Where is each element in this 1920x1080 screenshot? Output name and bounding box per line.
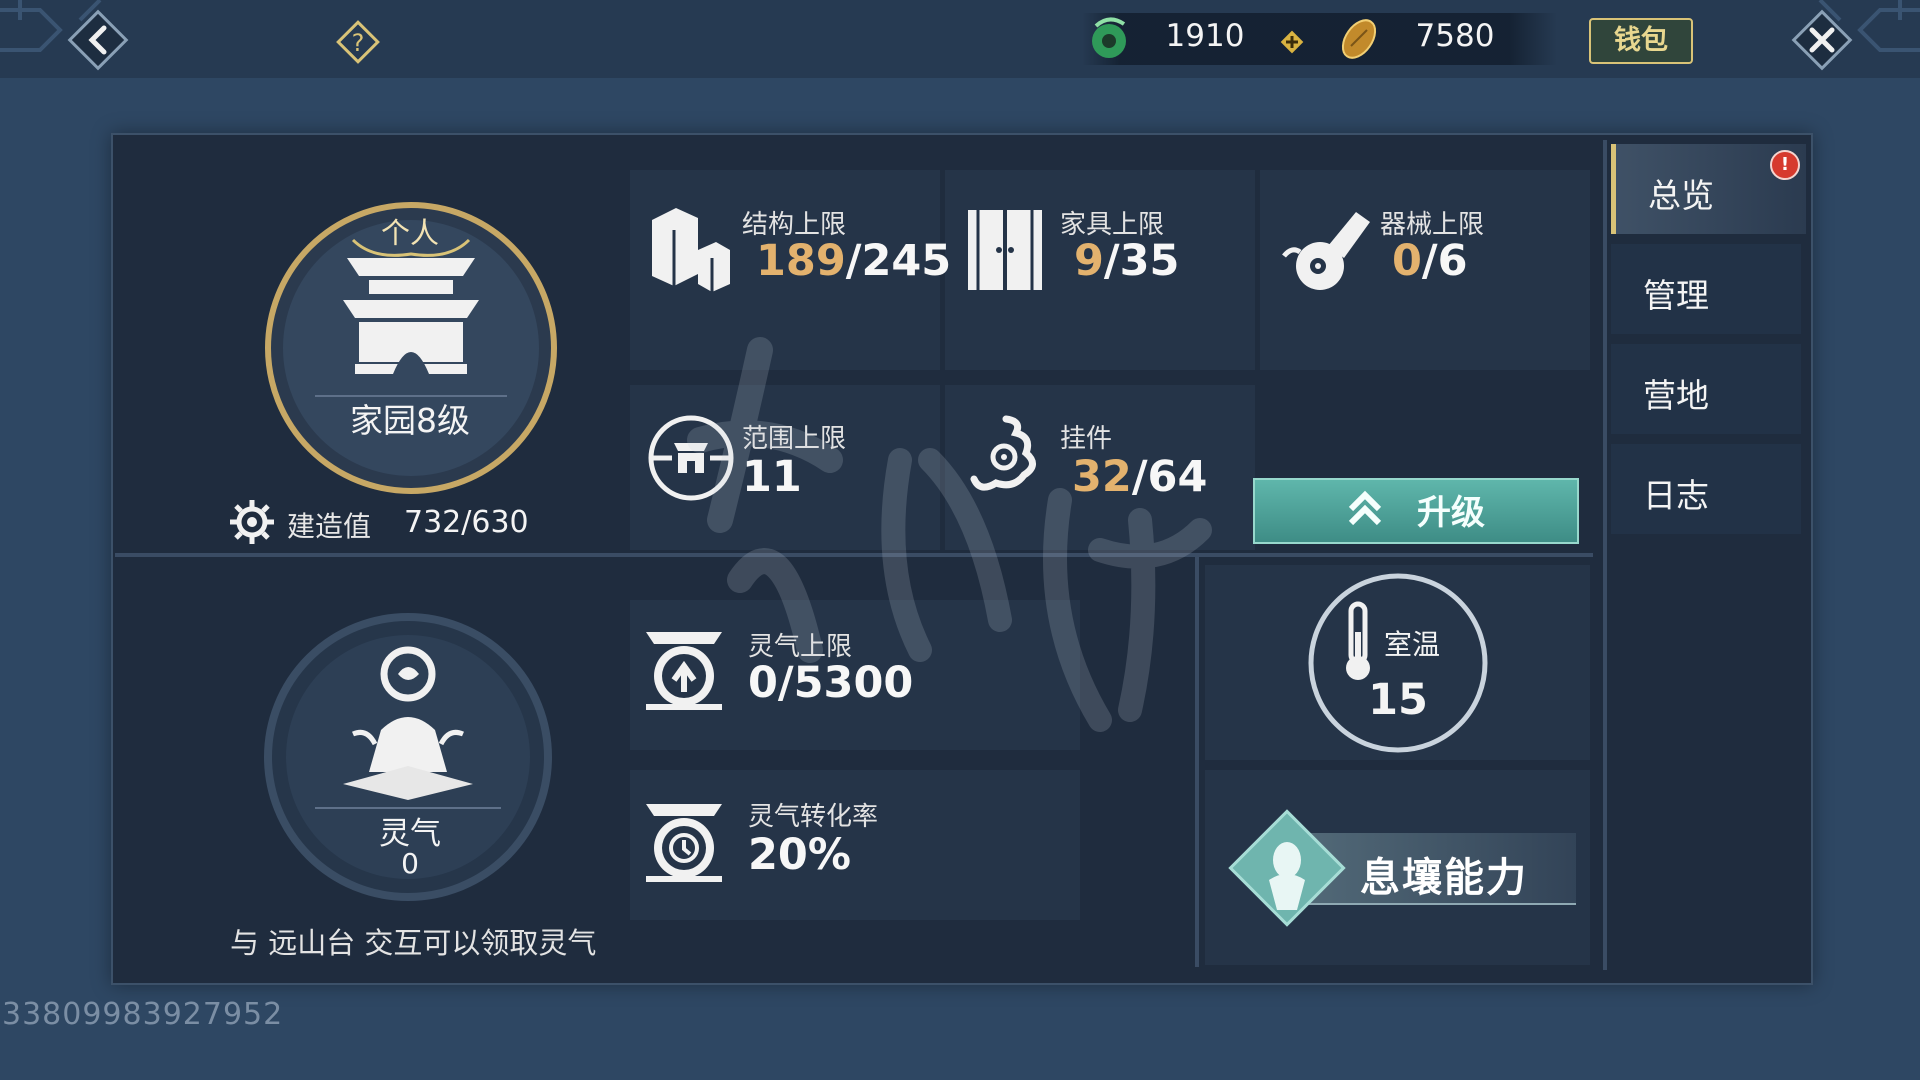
ability-spirit-icon [1228, 809, 1346, 927]
close-button[interactable] [1786, 4, 1858, 76]
spirit-rate-label: 灵气转化率 [748, 802, 879, 832]
spirit-rate-icon [646, 804, 722, 882]
furniture-current-value: 9 [1074, 236, 1104, 286]
tab-log-label: 日志 [1643, 476, 1709, 515]
wallet-button[interactable]: 钱包 [1589, 18, 1693, 64]
tab-manage-label: 管理 [1643, 276, 1709, 315]
structure-limit-value: 189/245 [756, 236, 951, 286]
temperature-ring-icon [1308, 573, 1488, 753]
alert-badge: ! [1770, 150, 1800, 180]
help-icon: ? [336, 20, 380, 64]
furniture-limit-value: 9/35 [1074, 236, 1179, 286]
upgrade-chevron-icon [1348, 490, 1382, 526]
build-value-label: 建造值 [287, 510, 372, 543]
thermometer-icon [1346, 601, 1370, 680]
back-arrow-icon [67, 9, 129, 71]
structure-current-value: 189 [756, 236, 846, 286]
help-button[interactable]: ? [333, 20, 383, 64]
tab-overview-label: 总览 [1648, 176, 1714, 215]
ability-label: 息壤能力 [1360, 855, 1528, 901]
panel-divider-sidebar [1603, 140, 1607, 970]
tab-log[interactable]: 日志 [1611, 444, 1801, 534]
spirit-rate-value: 20% [748, 830, 851, 880]
build-gear-icon [230, 500, 274, 544]
structure-blocks-icon [652, 208, 730, 292]
user-id-text: 33809983927952 [2, 997, 284, 1032]
structure-max-value: /245 [845, 236, 952, 286]
svg-text:?: ? [352, 29, 365, 57]
home-level-label: 家园8级 [350, 401, 470, 440]
jade-currency-icon [1092, 17, 1126, 58]
machine-max-value: /6 [1421, 236, 1468, 286]
tab-camp[interactable]: 营地 [1611, 344, 1801, 434]
temperature-value: 15 [1368, 675, 1428, 725]
home-type-tag: 个人 [380, 216, 439, 250]
machine-gourd-icon [1282, 212, 1370, 290]
upgrade-label: 升级 [1417, 493, 1485, 533]
plus-diamond-icon [1280, 30, 1304, 54]
spirit-hint-text: 与 远山台 交互可以领取灵气 [230, 926, 597, 960]
build-value: 732/630 [404, 505, 529, 540]
furniture-max-value: /35 [1103, 236, 1180, 286]
tab-camp-label: 营地 [1643, 376, 1709, 415]
wardrobe-icon [968, 210, 1042, 290]
jade-amount: 1910 [1165, 18, 1245, 54]
back-button[interactable] [62, 4, 134, 76]
coin-currency-icon [1341, 19, 1377, 59]
tab-manage[interactable]: 管理 [1611, 244, 1801, 334]
spirit-value: 0 [401, 847, 419, 880]
coin-amount: 7580 [1415, 18, 1495, 54]
add-currency-button[interactable] [1278, 28, 1306, 56]
temperature-label: 室温 [1384, 628, 1441, 661]
machine-limit-value: 0/6 [1392, 236, 1468, 286]
watermark-icon [687, 337, 1212, 732]
machine-current-value: 0 [1392, 236, 1422, 286]
close-icon [1791, 9, 1853, 71]
upgrade-button[interactable] [1253, 478, 1579, 544]
